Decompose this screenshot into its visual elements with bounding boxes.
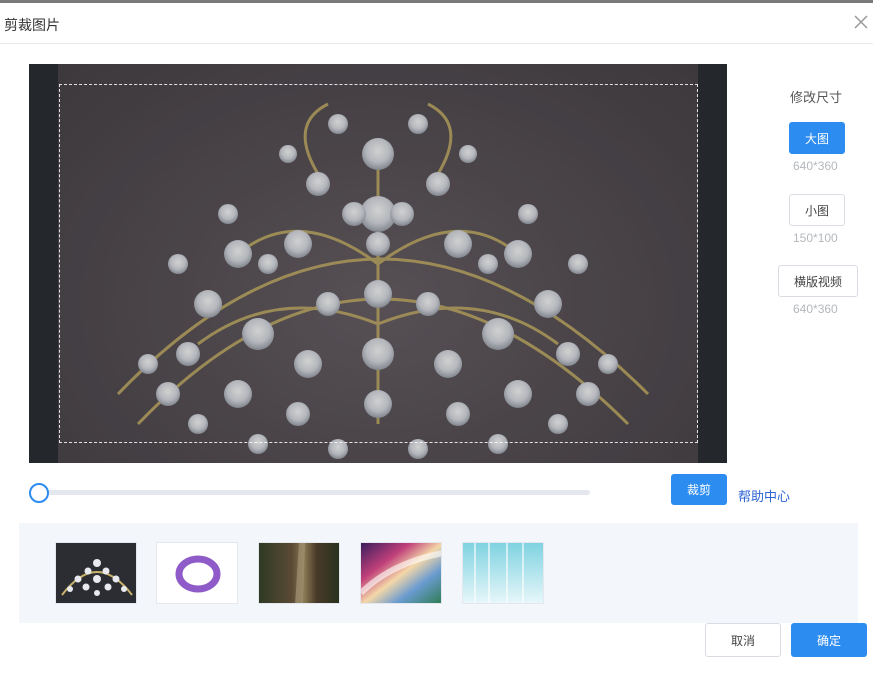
size-large-dims: 640*360 <box>793 159 838 173</box>
dialog-title: 剪裁图片 <box>4 17 60 33</box>
purple-ring-thumbnail[interactable] <box>156 542 238 604</box>
confirm-button[interactable]: 确定 <box>791 623 867 657</box>
dialog-header: 剪裁图片 <box>0 3 873 44</box>
tiara-thumbnail[interactable] <box>55 542 137 604</box>
crop-box[interactable] <box>59 84 698 443</box>
help-center-link[interactable]: 帮助中心 <box>738 486 790 505</box>
zoom-slider-track[interactable] <box>38 490 590 495</box>
canyon-thumbnail[interactable] <box>258 542 340 604</box>
color-swirl-thumbnail[interactable] <box>360 542 442 604</box>
crop-stage[interactable] <box>29 64 727 463</box>
zoom-slider-handle[interactable] <box>29 483 49 503</box>
size-video-button[interactable]: 横版视频 <box>778 265 858 297</box>
size-video-dims: 640*360 <box>793 302 838 316</box>
thumbnail-strip <box>19 523 858 623</box>
size-small-button[interactable]: 小图 <box>789 194 845 226</box>
size-small-dims: 150*100 <box>793 231 838 245</box>
cancel-button[interactable]: 取消 <box>705 623 781 657</box>
close-icon[interactable] <box>851 12 871 32</box>
crop-button[interactable]: 裁剪 <box>671 474 727 505</box>
size-large-button[interactable]: 大图 <box>789 122 845 154</box>
light-rays-thumbnail[interactable] <box>462 542 544 604</box>
size-panel-title: 修改尺寸 <box>790 90 843 105</box>
